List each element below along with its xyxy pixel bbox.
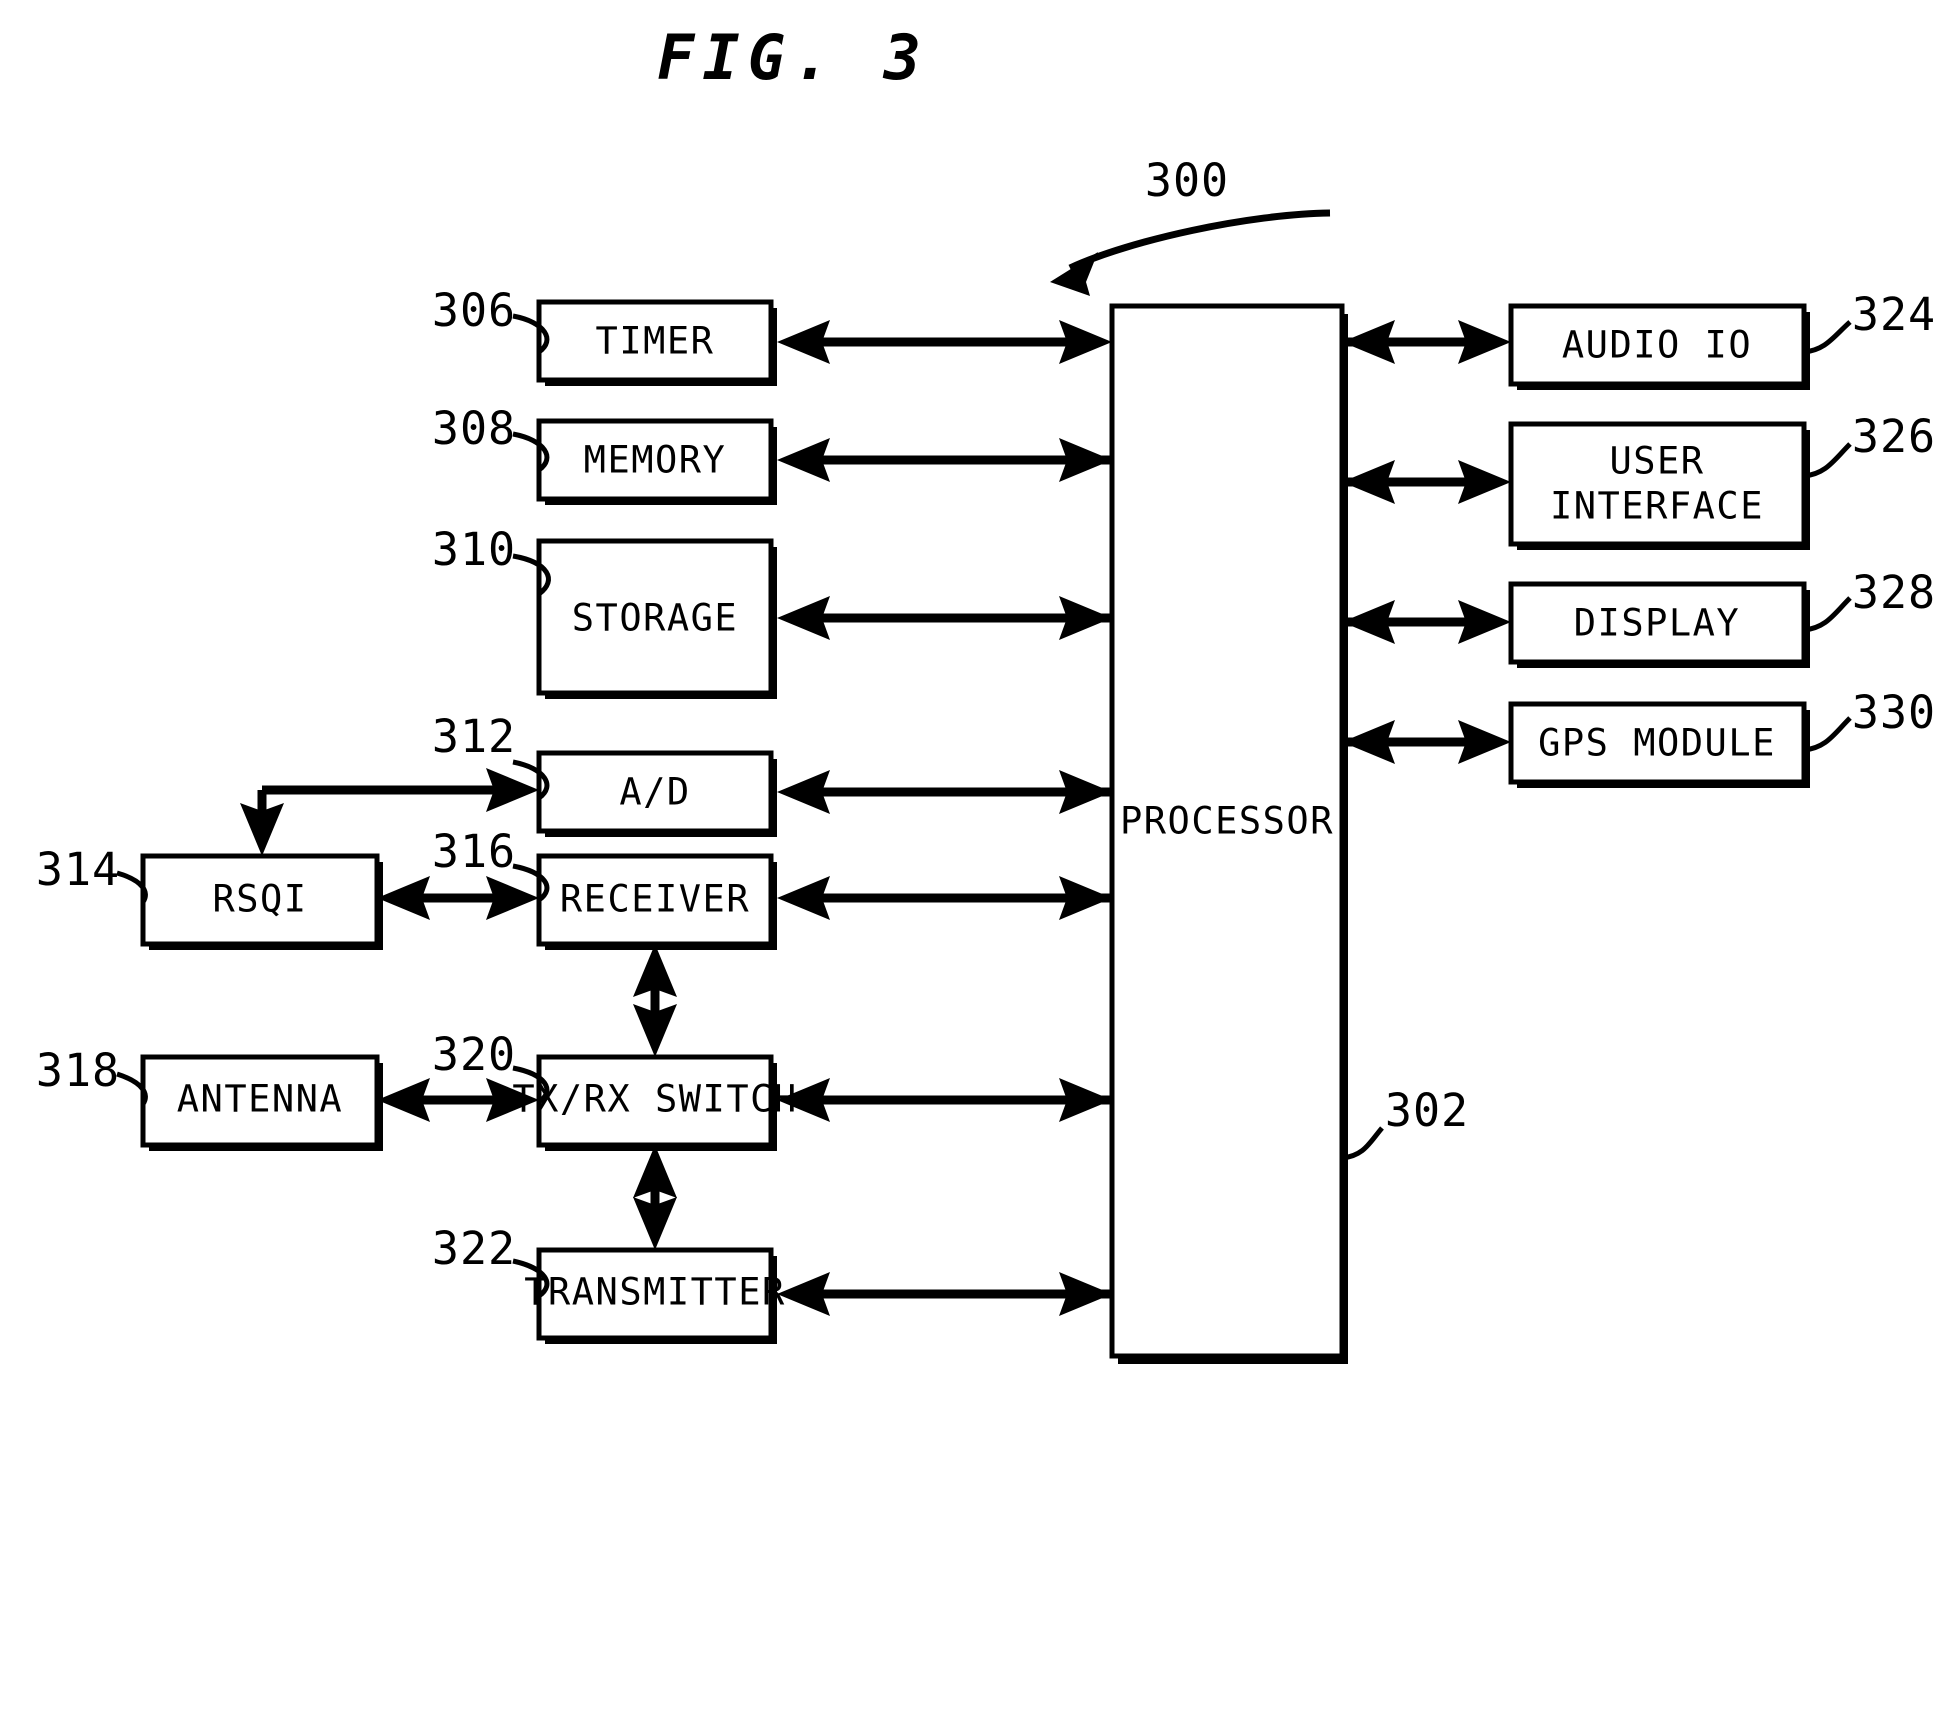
block-antenna-label: ANTENNA	[177, 1078, 343, 1121]
block-processor: PROCESSOR	[1109, 303, 1348, 1364]
connector-ad-processor	[777, 770, 1112, 814]
connector-txrx-transmitter	[633, 1145, 677, 1250]
block-timer-label: TIMER	[596, 320, 715, 363]
block-rsqi: RSQI	[140, 853, 383, 950]
block-timer: TIMER	[536, 299, 777, 386]
ref-leader-330	[1803, 716, 1852, 753]
block-transmitter-label: TRANSMITTER	[524, 1271, 786, 1314]
ref-label-330: 330	[1852, 686, 1936, 739]
connector-receiver-processor	[777, 876, 1112, 920]
block-antenna: ANTENNA	[140, 1054, 383, 1151]
block-memory-label: MEMORY	[584, 439, 727, 482]
block-ad-converter-label: A/D	[619, 771, 690, 814]
ref-label-300: 300	[1145, 154, 1229, 207]
ref-label-320: 320	[432, 1028, 516, 1081]
connector-rsqi-receiver	[377, 876, 539, 920]
block-receiver-label: RECEIVER	[560, 878, 750, 921]
connector-storage-processor	[777, 596, 1112, 640]
connector-receiver-txrx	[633, 944, 677, 1057]
ref-label-306: 306	[432, 284, 516, 337]
figure-title: FIG. 3	[657, 21, 929, 94]
connector-processor-gps-module	[1342, 720, 1511, 764]
block-receiver: RECEIVER	[536, 853, 777, 950]
block-rsqi-label: RSQI	[212, 878, 307, 921]
ref-label-328: 328	[1852, 566, 1936, 619]
block-processor-label: PROCESSOR	[1120, 800, 1334, 843]
ref-label-324: 324	[1852, 288, 1936, 341]
ref-label-322: 322	[432, 1222, 516, 1275]
ref-label-302: 302	[1385, 1084, 1469, 1137]
block-gps-module-label: GPS MODULE	[1538, 722, 1776, 765]
connector-processor-user-interface	[1342, 460, 1511, 504]
block-txrx-switch-label: TX/RX SWITCH	[512, 1078, 797, 1121]
system-ref-pointer-300	[1050, 209, 1331, 296]
ref-label-314: 314	[36, 843, 120, 896]
block-display: DISPLAY	[1508, 581, 1810, 668]
connector-timer-processor	[777, 320, 1112, 364]
block-audio-io: AUDIO IO	[1508, 303, 1810, 390]
patent-figure-page: FIG. 3 300 PROCESSOR 302 TIMER 306 MEMOR…	[0, 0, 1944, 1715]
block-txrx-switch: TX/RX SWITCH	[512, 1054, 797, 1151]
ref-leader-324	[1803, 320, 1852, 355]
ref-label-318: 318	[36, 1044, 120, 1097]
block-gps-module: GPS MODULE	[1508, 701, 1810, 788]
ref-leader-326	[1803, 442, 1852, 479]
connector-processor-audio-io	[1342, 320, 1511, 364]
connector-processor-display	[1342, 600, 1511, 644]
block-memory: MEMORY	[536, 418, 777, 505]
block-diagram-canvas: FIG. 3 300 PROCESSOR 302 TIMER 306 MEMOR…	[36, 21, 1936, 1364]
block-user-interface-label-line2: INTERFACE	[1550, 485, 1764, 528]
connector-txrx-processor	[777, 1078, 1112, 1122]
connector-transmitter-processor	[777, 1272, 1112, 1316]
block-ad-converter: A/D	[536, 750, 777, 837]
block-user-interface-label-line1: USER	[1609, 440, 1704, 483]
block-audio-io-label: AUDIO IO	[1562, 324, 1752, 367]
ref-label-316: 316	[432, 825, 516, 878]
block-user-interface: USER INTERFACE	[1508, 421, 1810, 550]
connector-memory-processor	[777, 438, 1112, 482]
ref-label-312: 312	[432, 710, 516, 763]
ref-label-310: 310	[432, 523, 516, 576]
block-transmitter: TRANSMITTER	[524, 1247, 786, 1344]
ref-label-326: 326	[1852, 410, 1936, 463]
block-display-label: DISPLAY	[1574, 602, 1740, 645]
ref-label-308: 308	[432, 402, 516, 455]
block-storage: STORAGE	[536, 538, 777, 699]
ref-leader-328	[1803, 596, 1852, 633]
block-storage-label: STORAGE	[572, 597, 738, 640]
